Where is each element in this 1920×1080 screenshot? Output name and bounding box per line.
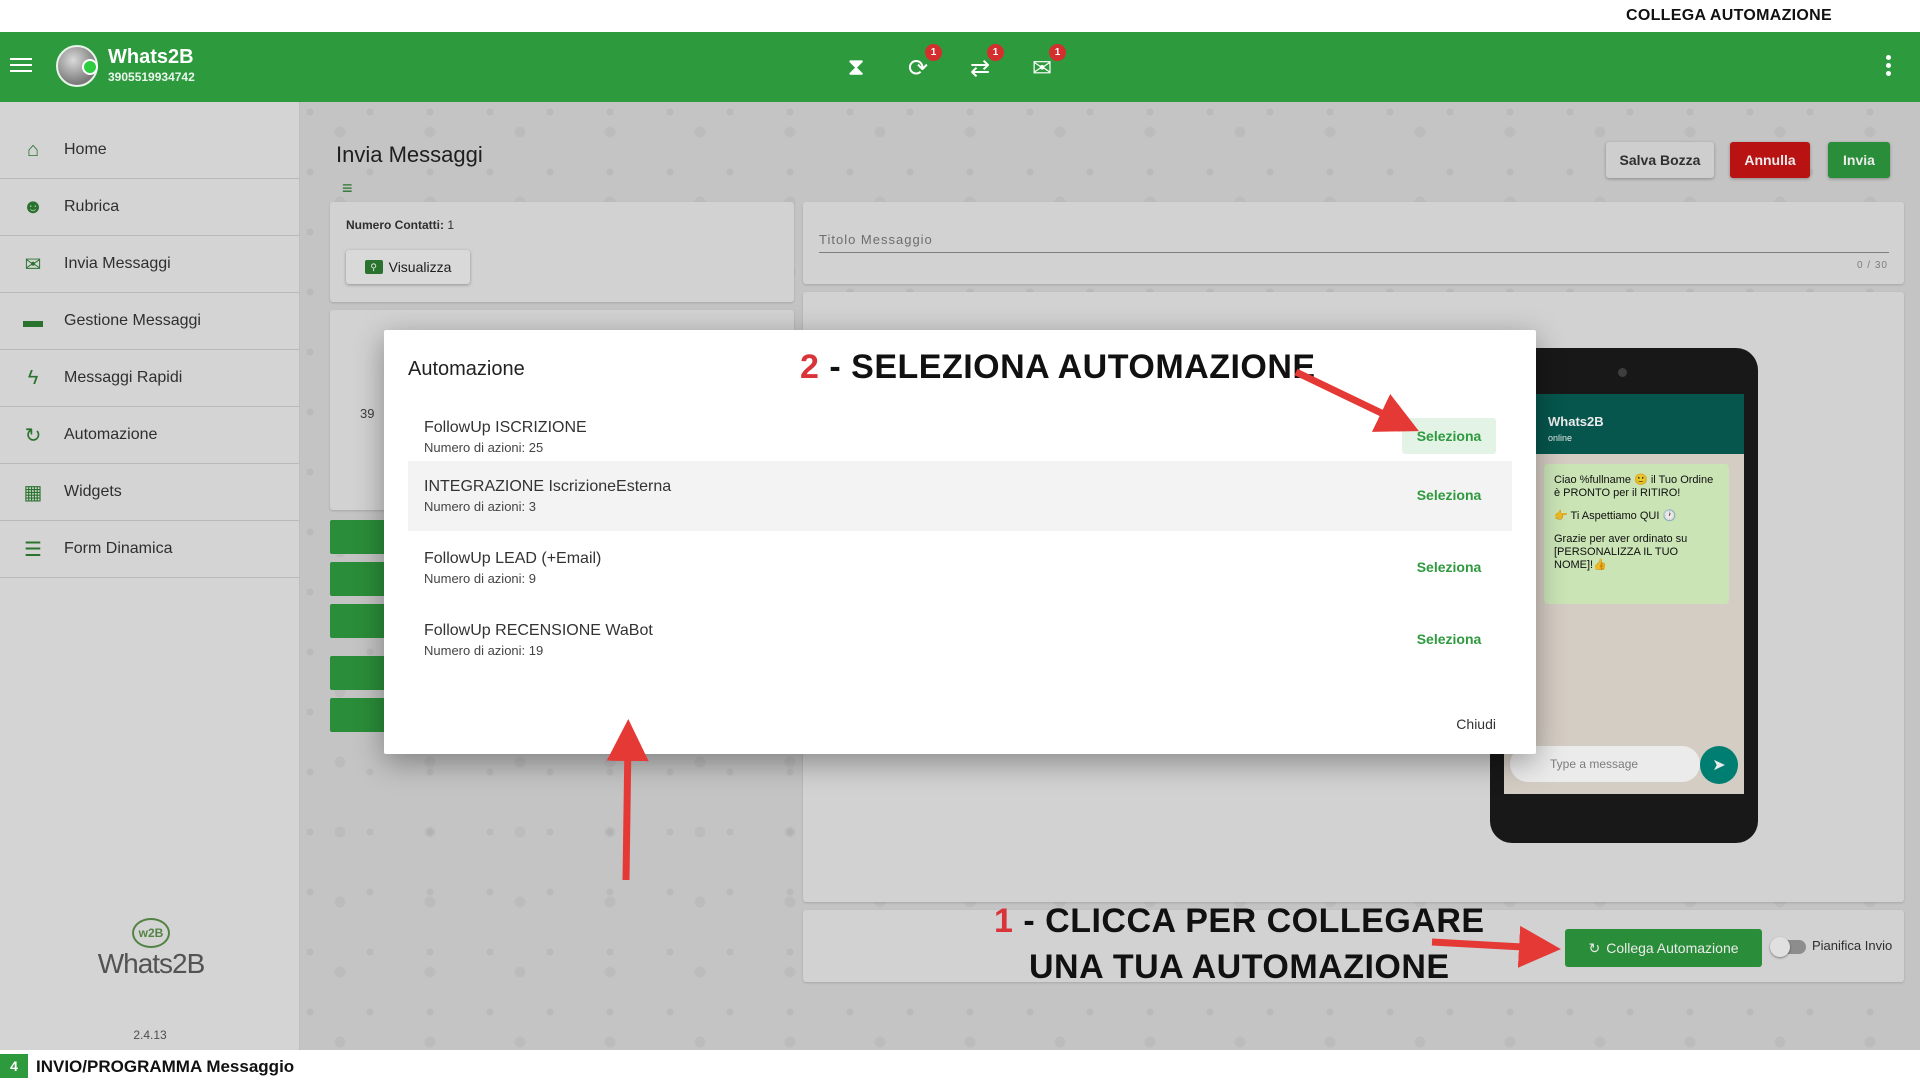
automation-name: FollowUp RECENSIONE WaBot	[424, 622, 653, 639]
brand-name: Whats2B	[108, 46, 194, 68]
avatar[interactable]	[56, 45, 98, 87]
notification-badge: 1	[1049, 44, 1066, 61]
automation-name: INTEGRAZIONE IscrizioneEsterna	[424, 478, 672, 495]
automation-row: FollowUp RECENSIONE WaBot Numero di azio…	[408, 605, 1512, 675]
send-error-icon[interactable]: ✉ 1	[1026, 44, 1066, 84]
more-options-icon[interactable]	[1886, 55, 1892, 77]
automation-row: INTEGRAZIONE IscrizioneEsterna Numero di…	[408, 461, 1512, 531]
bottom-caption: 4 INVIO/PROGRAMMA Messaggio	[0, 1050, 1920, 1080]
automation-name: FollowUp LEAD (+Email)	[424, 550, 602, 567]
select-button[interactable]: Seleziona	[1402, 549, 1496, 585]
annotation-step-1: 1 - CLICCA PER COLLEGARE UNA TUA AUTOMAZI…	[994, 902, 1485, 986]
brand-phone: 3905519934742	[108, 70, 195, 84]
caption-text: INVIO/PROGRAMMA Messaggio	[36, 1057, 295, 1076]
screenshot-stage: COLLEGA AUTOMAZIONE Whats2B 390551993474…	[0, 0, 1920, 1080]
automation-actions-count: Numero di azioni: 3	[424, 499, 536, 514]
sync-icon[interactable]: ⇄ 1	[964, 44, 1004, 84]
app-header: Whats2B 3905519934742 ⧗ ⟳ 1 ⇄ 1 ✉ 1	[0, 32, 1920, 102]
select-button[interactable]: Seleziona	[1402, 418, 1496, 454]
scheduled-icon[interactable]: ⟳ 1	[902, 44, 942, 84]
hourglass-icon[interactable]: ⧗	[840, 52, 872, 84]
automation-actions-count: Numero di azioni: 19	[424, 643, 544, 658]
automation-actions-count: Numero di azioni: 25	[424, 440, 544, 455]
menu-icon[interactable]	[10, 54, 32, 76]
top-caption-text: COLLEGA AUTOMAZIONE	[1626, 7, 1832, 24]
automation-dialog: Automazione FollowUp ISCRIZIONE Numero d…	[384, 330, 1536, 754]
automation-name: FollowUp ISCRIZIONE	[424, 419, 587, 436]
select-button[interactable]: Seleziona	[1402, 477, 1496, 513]
annotation-step-2: 2 - SELEZIONA AUTOMAZIONE	[800, 348, 1316, 386]
close-button[interactable]: Chiudi	[1456, 716, 1496, 732]
notification-badge: 1	[987, 44, 1004, 61]
select-button[interactable]: Seleziona	[1402, 621, 1496, 657]
automation-actions-count: Numero di azioni: 9	[424, 571, 536, 586]
automation-row: FollowUp LEAD (+Email) Numero di azioni:…	[408, 533, 1512, 603]
dialog-title: Automazione	[408, 358, 525, 380]
top-caption: COLLEGA AUTOMAZIONE	[0, 0, 1920, 32]
notification-badge: 1	[925, 44, 942, 61]
page-number: 4	[0, 1054, 28, 1078]
